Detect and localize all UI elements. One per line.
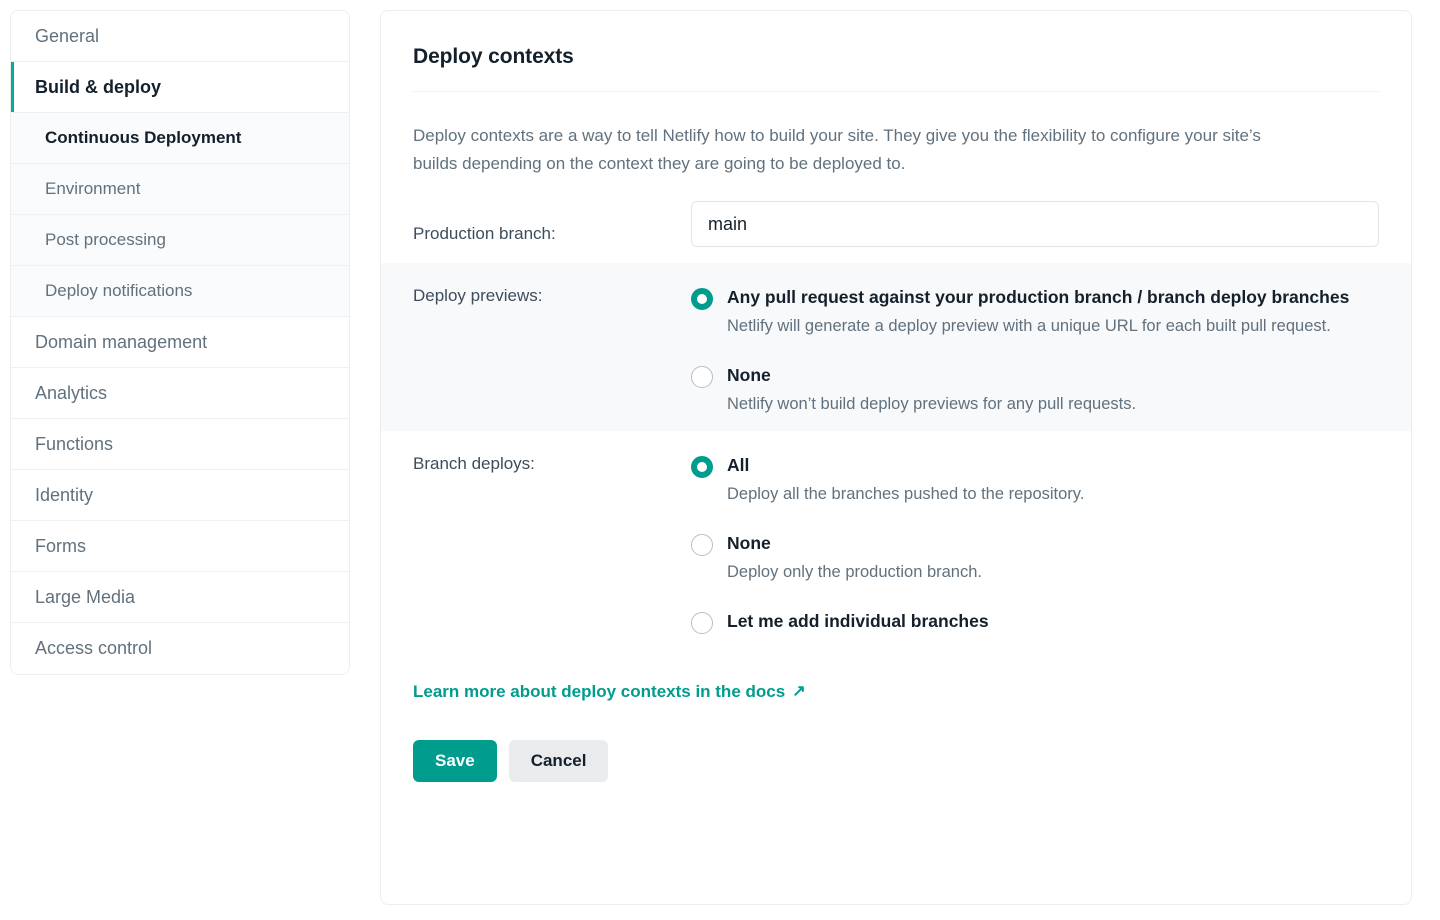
sidebar-item-continuous-deployment[interactable]: Continuous Deployment [11,113,349,164]
cancel-button[interactable]: Cancel [509,740,609,782]
sidebar-item-label: Identity [35,485,93,506]
deploy-previews-options: Any pull request against your production… [691,263,1379,431]
radio-option[interactable]: None Netlify won’t build deploy previews … [691,363,1379,417]
radio-selected-icon[interactable] [691,288,713,310]
sidebar-item-label: Access control [35,638,152,659]
sidebar-item-functions[interactable]: Functions [11,419,349,470]
sidebar-item-label: Post processing [45,230,166,250]
radio-option-body: None Deploy only the production branch. [727,531,1379,585]
radio-selected-icon[interactable] [691,456,713,478]
radio-option[interactable]: Let me add individual branches [691,609,1379,634]
production-branch-input[interactable] [691,201,1379,247]
radio-option-body: None Netlify won’t build deploy previews … [727,363,1379,417]
sidebar-item-label: Functions [35,434,113,455]
sidebar-item-build-deploy[interactable]: Build & deploy [11,62,349,113]
radio-unselected-icon[interactable] [691,534,713,556]
radio-option-body: All Deploy all the branches pushed to the… [727,453,1379,507]
option-spacer [691,511,1379,531]
radio-option[interactable]: All Deploy all the branches pushed to the… [691,453,1379,507]
deploy-previews-row: Deploy previews: Any pull request agains… [381,263,1411,431]
radio-option[interactable]: None Deploy only the production branch. [691,531,1379,585]
branch-deploys-label: Branch deploys: [413,431,691,648]
radio-option-title: Any pull request against your production… [727,285,1379,310]
sidebar-item-label: Domain management [35,332,207,353]
radio-option[interactable]: Any pull request against your production… [691,285,1379,339]
radio-option-title: All [727,453,1379,478]
radio-option-title: None [727,363,1379,388]
docs-link-label: Learn more about deploy contexts in the … [413,682,785,702]
settings-page: General Build & deploy Continuous Deployme… [0,0,1440,920]
sidebar-item-label: Build & deploy [35,77,161,98]
radio-option-title: None [727,531,1379,556]
radio-option-description: Deploy only the production branch. [727,559,1367,585]
sidebar-item-access-control[interactable]: Access control [11,623,349,674]
radio-option-description: Netlify won’t build deploy previews for … [727,391,1367,417]
sidebar-item-large-media[interactable]: Large Media [11,572,349,623]
branch-deploys-row: Branch deploys: All Deploy all the branch… [381,431,1411,648]
settings-sidebar: General Build & deploy Continuous Deployme… [10,10,350,675]
branch-deploys-options: All Deploy all the branches pushed to the… [691,431,1379,648]
production-branch-row: Production branch: [381,177,1411,263]
radio-unselected-icon[interactable] [691,612,713,634]
docs-link[interactable]: Learn more about deploy contexts in the … [413,682,806,702]
sidebar-item-identity[interactable]: Identity [11,470,349,521]
sidebar-item-domain-management[interactable]: Domain management [11,317,349,368]
sidebar-item-label: Large Media [35,587,135,608]
radio-option-body: Any pull request against your production… [727,285,1379,339]
intro-paragraph: Deploy contexts are a way to tell Netlif… [381,92,1301,177]
radio-option-description: Netlify will generate a deploy preview w… [727,313,1367,339]
sidebar-item-label: Analytics [35,383,107,404]
radio-option-title: Let me add individual branches [727,609,1379,634]
form-actions: Save Cancel [381,702,1411,822]
option-spacer [691,343,1379,363]
sidebar-item-post-processing[interactable]: Post processing [11,215,349,266]
radio-option-description: Deploy all the branches pushed to the re… [727,481,1367,507]
sidebar-item-forms[interactable]: Forms [11,521,349,572]
sidebar-item-label: Continuous Deployment [45,128,241,148]
radio-option-body: Let me add individual branches [727,609,1379,634]
deploy-contexts-card: Deploy contexts Deploy contexts are a wa… [380,10,1412,905]
sidebar-item-label: Environment [45,179,140,199]
save-button[interactable]: Save [413,740,497,782]
option-spacer [691,589,1379,609]
active-indicator-bar [11,62,14,112]
sidebar-item-label: Forms [35,536,86,557]
page-title: Deploy contexts [381,11,1411,69]
sidebar-item-deploy-notifications[interactable]: Deploy notifications [11,266,349,317]
radio-unselected-icon[interactable] [691,366,713,388]
production-branch-label: Production branch: [413,201,691,247]
sidebar-item-label: General [35,26,99,47]
deploy-previews-label: Deploy previews: [413,263,691,431]
docs-link-wrap: Learn more about deploy contexts in the … [381,648,1411,702]
sidebar-item-label: Deploy notifications [45,281,192,301]
sidebar-item-environment[interactable]: Environment [11,164,349,215]
external-link-arrow-icon: ↗ [792,684,805,700]
sidebar-item-analytics[interactable]: Analytics [11,368,349,419]
sidebar-item-general[interactable]: General [11,11,349,62]
